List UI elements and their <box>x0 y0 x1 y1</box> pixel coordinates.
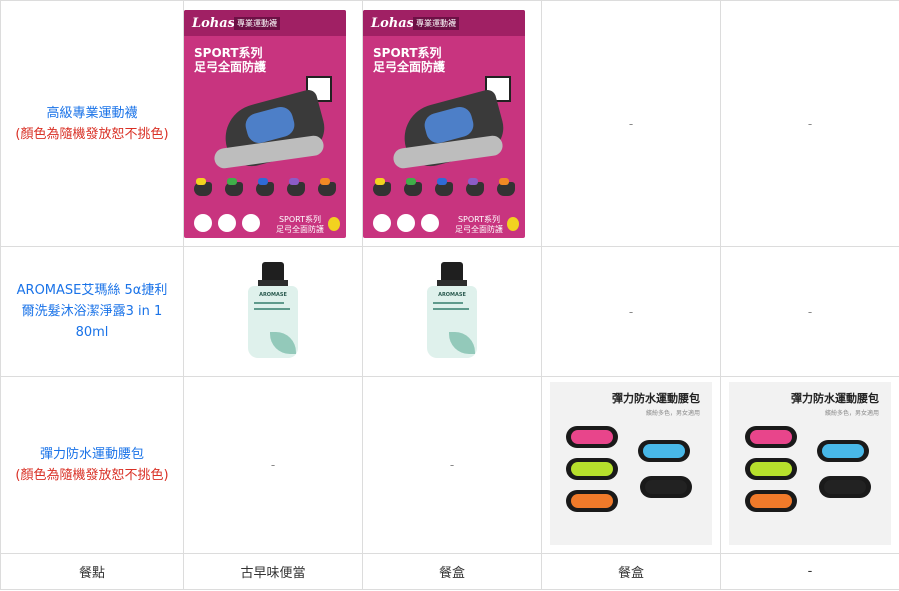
footer-cell: 餐盒 <box>541 553 721 590</box>
sock-swatch <box>466 177 484 196</box>
cell-empty: - <box>362 376 542 554</box>
footer-cell: 古早味便當 <box>183 553 363 590</box>
sock-swatch <box>225 177 243 196</box>
shampoo-bottle-image: AROMASE <box>427 261 477 358</box>
cell-image: AROMASE <box>362 246 542 377</box>
footer-cell: 餐盒 <box>362 553 542 590</box>
sock-swatch <box>497 177 515 196</box>
bottle-brand: AROMASE <box>438 291 466 298</box>
item-name: 彈力防水運動腰包 <box>39 447 144 462</box>
bag-orange <box>745 489 797 512</box>
sock-color-swatches <box>194 177 336 198</box>
brand-logo: Lohas <box>192 15 236 31</box>
table-row: AROMASE艾瑪絲 5α捷利爾洗髮沐浴潔淨露3 in 1 80ml AROMA… <box>0 246 899 377</box>
bottle-brand: AROMASE <box>259 291 287 298</box>
package-tag: 專業運動襪 <box>413 16 459 30</box>
footer-cell: 餐點 <box>0 553 184 590</box>
package-bottom-title: SPORT系列 足弓全面防護 <box>455 214 503 234</box>
seal-icon <box>328 216 340 231</box>
waist-bag-image: 彈力防水運動腰包 繽紛多色，男女適用 <box>729 381 891 545</box>
cell-empty: - <box>720 0 899 247</box>
row-label-waistbag: 彈力防水運動腰包 (顏色為隨機發放恕不挑色) <box>0 376 184 554</box>
table-row: 高級專業運動襪 (顏色為隨機發放恕不挑色) Lohas 專業運動襪 SPORT系… <box>0 0 899 247</box>
bag-lime <box>745 457 797 480</box>
cell-image: Lohas 專業運動襪 SPORT系列 足弓全面防護 SPORT系列 足弓全面防護 <box>183 0 363 247</box>
cell-image: AROMASE <box>183 246 363 377</box>
brand-logo: Lohas <box>371 15 415 31</box>
bag-blue <box>817 439 869 462</box>
feature-badges <box>194 213 260 232</box>
sock-swatch <box>435 177 453 196</box>
package-title: SPORT系列 足弓全面防護 <box>373 45 446 74</box>
footer-cell: - <box>720 553 899 590</box>
bag-orange <box>566 489 618 512</box>
item-name: AROMASE艾瑪絲 5α捷利爾洗髮沐浴潔淨露3 in 1 80ml <box>16 283 168 340</box>
sock-color-swatches <box>373 177 515 198</box>
cell-image: Lohas 專業運動襪 SPORT系列 足弓全面防護 SPORT系列 足弓全面防護 <box>362 0 542 247</box>
item-name: 高級專業運動襪 <box>46 105 138 121</box>
sock-swatch <box>194 177 212 196</box>
package-bottom-title: SPORT系列 足弓全面防護 <box>276 214 324 234</box>
seal-icon <box>507 216 519 231</box>
row-label-shampoo: AROMASE艾瑪絲 5α捷利爾洗髮沐浴潔淨露3 in 1 80ml <box>0 246 184 377</box>
bag-black <box>819 475 871 498</box>
waist-bag-image: 彈力防水運動腰包 繽紛多色，男女適用 <box>550 381 712 545</box>
package-title: SPORT系列 足弓全面防護 <box>194 45 267 74</box>
cell-empty: - <box>183 376 363 554</box>
cell-empty: - <box>541 0 721 247</box>
bag-title: 彈力防水運動腰包 <box>612 391 700 405</box>
bag-lime <box>566 457 618 480</box>
bag-pink <box>566 425 618 448</box>
cell-empty: - <box>720 246 899 377</box>
socks-package-image: Lohas 專業運動襪 SPORT系列 足弓全面防護 SPORT系列 足弓全面防護 <box>363 9 525 238</box>
bag-blue <box>638 439 690 462</box>
package-tag: 專業運動襪 <box>234 16 280 30</box>
socks-package-image: Lohas 專業運動襪 SPORT系列 足弓全面防護 SPORT系列 足弓全面防護 <box>184 9 346 238</box>
sock-swatch <box>287 177 305 196</box>
sock-swatch <box>373 177 391 196</box>
row-label-socks: 高級專業運動襪 (顏色為隨機發放恕不挑色) <box>0 0 184 247</box>
cell-image: 彈力防水運動腰包 繽紛多色，男女適用 <box>541 376 721 554</box>
cell-image: 彈力防水運動腰包 繽紛多色，男女適用 <box>720 376 899 554</box>
table-row: 彈力防水運動腰包 (顏色為隨機發放恕不挑色) - - 彈力防水運動腰包 繽紛多色… <box>0 376 899 554</box>
product-comparison-table: 高級專業運動襪 (顏色為隨機發放恕不挑色) Lohas 專業運動襪 SPORT系… <box>0 0 899 590</box>
bag-black <box>640 475 692 498</box>
bag-subtitle: 繽紛多色，男女適用 <box>824 409 879 417</box>
color-note: (顏色為隨機發放恕不挑色) <box>15 126 169 142</box>
bag-subtitle: 繽紛多色，男女適用 <box>645 409 700 417</box>
color-note: (顏色為隨機發放恕不挑色) <box>15 468 169 483</box>
feature-badges <box>373 213 439 232</box>
bag-title: 彈力防水運動腰包 <box>791 391 879 405</box>
sock-swatch <box>256 177 274 196</box>
cell-empty: - <box>541 246 721 377</box>
bag-pink <box>745 425 797 448</box>
sock-swatch <box>404 177 422 196</box>
shampoo-bottle-image: AROMASE <box>248 261 298 358</box>
table-row: 餐點 古早味便當 餐盒 餐盒 - <box>0 553 899 590</box>
sock-swatch <box>318 177 336 196</box>
